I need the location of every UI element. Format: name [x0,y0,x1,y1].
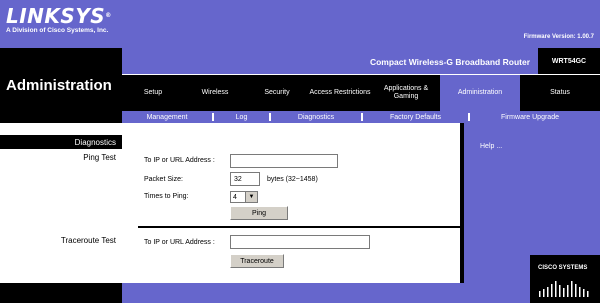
times-to-ping-value: 4 [233,193,237,201]
logo-subtitle: A Division of Cisco Systems, Inc. [6,27,109,34]
tab-wireless[interactable]: Wireless [184,75,246,111]
tab-applications-gaming[interactable]: Applications & Gaming [372,75,440,111]
tab-access-restrictions[interactable]: Access Restrictions [308,75,372,111]
subtab-firmware-upgrade[interactable]: Firmware Upgrade [470,114,590,121]
subtab-log[interactable]: Log [214,114,269,121]
packet-size-hint: bytes (32~1458) [267,176,318,183]
logo-text: LINKSYS [6,4,106,28]
sidebar-section-label: Diagnostics [74,138,116,147]
top-banner: LINKSYS® A Division of Cisco Systems, In… [0,0,600,48]
firmware-version: Firmware Version: 1.00.7 [523,34,594,40]
tab-setup[interactable]: Setup [122,75,184,111]
product-name: Compact Wireless-G Broadband Router [369,57,530,67]
subtab-factory-defaults[interactable]: Factory Defaults [363,114,468,121]
traceroute-button[interactable]: Traceroute [230,254,284,268]
traceroute-ip-label: To IP or URL Address : [144,239,215,246]
tab-security[interactable]: Security [246,75,308,111]
section-divider [138,226,460,228]
tab-status[interactable]: Status [520,75,600,111]
model-badge: WRT54GC [538,48,600,74]
ping-ip-label: To IP or URL Address : [144,157,215,164]
packet-size-input[interactable] [230,172,260,186]
registered-mark: ® [105,12,112,19]
section-title-block: Administration [0,48,122,111]
cisco-bridge-icon [539,281,589,297]
product-bar: Compact Wireless-G Broadband Router WRT5… [122,48,600,74]
main-tabs: Setup Wireless Security Access Restricti… [122,74,600,111]
sidebar-strip [0,111,122,123]
help-panel: Help ... CISCO SYSTEMS [460,123,600,303]
traceroute-ip-input[interactable] [230,235,370,249]
times-to-ping-label: Times to Ping: [144,193,189,200]
sub-tabs: Management Log Diagnostics Factory Defau… [122,111,600,123]
times-to-ping-select[interactable]: 4 ▼ [230,191,258,203]
tab-administration[interactable]: Administration [440,75,520,111]
cisco-logo-text: CISCO SYSTEMS [538,265,588,271]
traceroute-test-label: Traceroute Test [60,236,116,245]
bottom-content-bar [122,283,460,303]
ping-test-label: Ping Test [83,153,116,162]
chevron-down-icon[interactable]: ▼ [245,192,257,202]
ping-ip-input[interactable] [230,154,338,168]
help-link[interactable]: Help ... [480,143,502,150]
ping-button[interactable]: Ping [230,206,288,220]
packet-size-label: Packet Size: [144,176,183,183]
subtab-diagnostics[interactable]: Diagnostics [271,114,361,121]
cisco-logo: CISCO SYSTEMS [530,255,600,303]
page-title: Administration [6,77,112,94]
bottom-left-bar [0,283,122,303]
content-area [122,123,460,283]
sidebar-section-header: Diagnostics [0,135,122,149]
help-panel-edge [460,123,464,283]
linksys-logo: LINKSYS® A Division of Cisco Systems, In… [6,6,112,35]
subtab-management[interactable]: Management [122,114,212,121]
